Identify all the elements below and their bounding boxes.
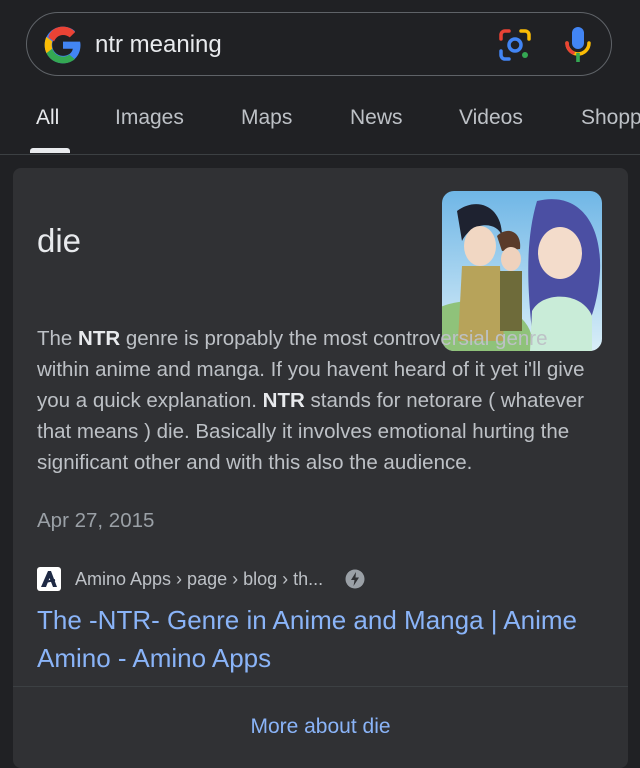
divider [13,686,628,687]
amino-logo-icon [37,567,61,591]
tab-images[interactable]: Images [115,106,184,130]
result-source[interactable]: Amino Apps › page › blog › th... [37,566,365,592]
amp-lightning-icon [345,569,365,589]
featured-snippet-card: die The NTR genre is propably the most c… [13,168,628,768]
tab-all[interactable]: All [36,106,59,130]
more-about-link[interactable]: More about die [13,715,628,739]
snippet-date: Apr 27, 2015 [37,509,155,532]
snippet-text-part: The [37,327,79,350]
snippet-bold-term: NTR [262,389,305,412]
active-tab-indicator [30,148,70,153]
google-lens-icon[interactable] [497,27,533,63]
result-breadcrumb[interactable]: Amino Apps › page › blog › th... [75,569,323,590]
result-title-link[interactable]: The -NTR- Genre in Anime and Manga | Ani… [37,601,597,677]
tab-shopping[interactable]: Shopp [581,106,640,130]
tab-news[interactable]: News [350,106,403,130]
snippet-bold-term: NTR [78,327,121,350]
search-tabs: All Images Maps News Videos Shopp [0,96,640,155]
tab-maps[interactable]: Maps [241,106,292,130]
tab-videos[interactable]: Videos [459,106,523,130]
snippet-text: The NTR genre is propably the most contr… [37,323,597,478]
snippet-heading: die [37,222,82,259]
google-logo-icon[interactable] [43,25,83,65]
search-input[interactable]: ntr meaning [95,31,222,59]
search-bar[interactable]: ntr meaning [26,12,612,76]
microphone-icon[interactable] [563,25,593,65]
